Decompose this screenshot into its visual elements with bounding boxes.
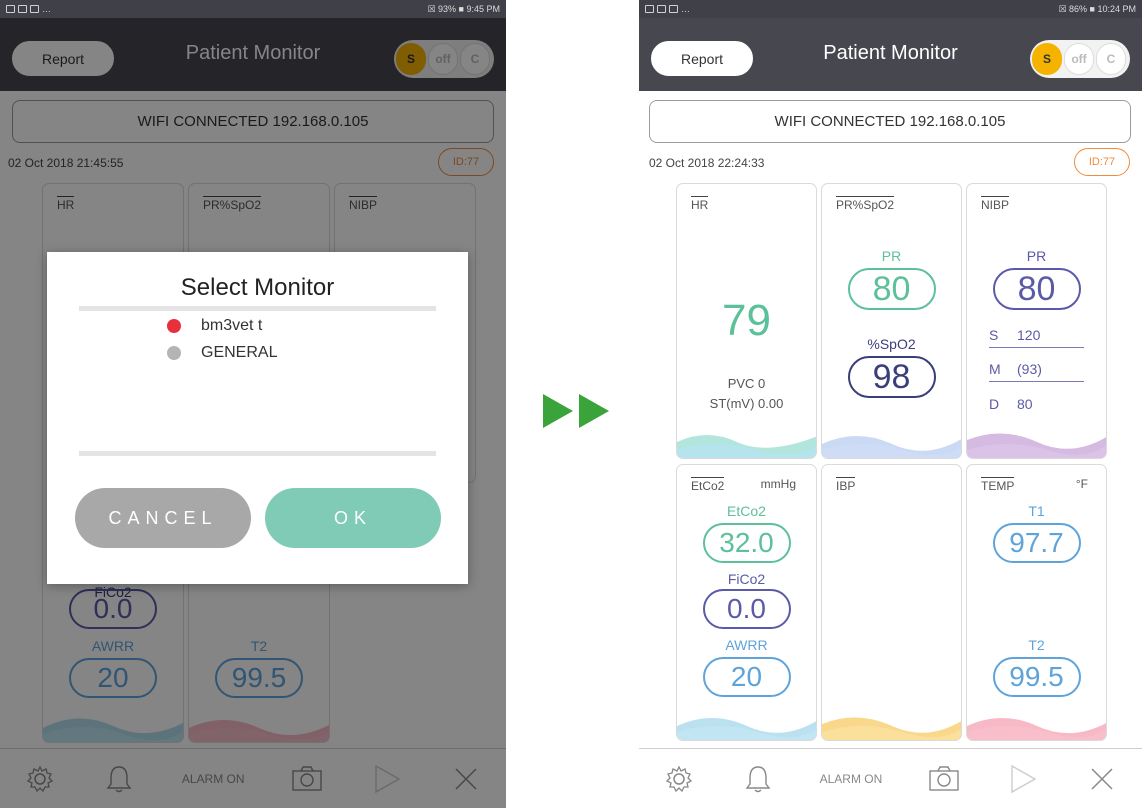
- mean-value: (93): [1017, 360, 1042, 377]
- pvc-value: PVC 0: [727, 376, 766, 391]
- radio-selected-icon: [167, 319, 181, 333]
- dialog-divider-bottom: [79, 451, 436, 456]
- systolic-label: S: [989, 326, 999, 343]
- etco2-card[interactable]: EtCo2 mmHg EtCo2 32.0 FiCo2 0.0 AWRR 20: [676, 464, 817, 741]
- monitor-option-bm3vet[interactable]: bm3vet t: [167, 317, 262, 335]
- awrr-value: 20: [702, 657, 791, 697]
- temp-unit: °F: [1075, 477, 1088, 491]
- select-monitor-dialog: Select Monitor bm3vet t GENERAL CANCEL O…: [47, 252, 468, 584]
- nibp-card[interactable]: NIBP PR 80 S 120 M (93) D 80: [966, 183, 1107, 459]
- forward-arrows-icon: [541, 392, 613, 430]
- temp-card[interactable]: TEMP °F T1 97.7 T2 99.5: [966, 464, 1107, 741]
- status-bar: … ☒ 86% ■ 10:24 PM: [639, 0, 1142, 18]
- dialog-title: Select Monitor: [180, 274, 335, 301]
- diastolic-value: 80: [1017, 396, 1033, 412]
- etco2-label: EtCo2: [727, 503, 766, 519]
- report-button[interactable]: Report: [651, 41, 753, 76]
- spo2-wave: [822, 436, 961, 458]
- nibp-pr-value: 80: [992, 268, 1081, 310]
- notification-icons: …: [6, 4, 51, 14]
- fico2-value: 0.0: [702, 589, 791, 629]
- hr-title: HR: [691, 196, 709, 212]
- nibp-pr-label: PR: [1026, 248, 1047, 264]
- left-screen: … ☒ 93% ■ 9:45 PM Report Patient Monitor…: [0, 0, 506, 808]
- mode-off-button[interactable]: off: [1064, 43, 1094, 75]
- alarm-status[interactable]: ALARM ON: [820, 772, 883, 786]
- etco2-value: 32.0: [702, 523, 791, 563]
- option-label: GENERAL: [201, 344, 278, 361]
- fico2-label: FiCo2: [727, 571, 766, 587]
- settings-gear-icon[interactable]: [662, 762, 696, 796]
- camera-icon[interactable]: [927, 762, 961, 796]
- wifi-status: WIFI CONNECTED 192.168.0.105: [649, 100, 1131, 143]
- pr-label: PR: [881, 248, 902, 264]
- awrr-label: AWRR: [725, 637, 768, 653]
- bottom-toolbar: ALARM ON: [639, 748, 1142, 808]
- hr-card[interactable]: HR 79 PVC 0 ST(mV) 0.00: [676, 183, 817, 459]
- mode-toggle: S off C: [1030, 40, 1130, 78]
- systolic-row: S 120: [989, 322, 1084, 348]
- nibp-wave: [967, 433, 1106, 458]
- status-right: ☒ 86% ■ 10:24 PM: [1058, 3, 1136, 14]
- dialog-divider-top: [79, 306, 436, 311]
- spo2-value: 98: [847, 356, 936, 398]
- systolic-value: 120: [1017, 326, 1041, 343]
- temp-title: TEMP: [981, 477, 1015, 493]
- ibp-title: IBP: [836, 477, 856, 493]
- st-value: ST(mV) 0.00: [709, 396, 784, 411]
- etco2-unit: mmHg: [760, 477, 796, 491]
- mode-s-button[interactable]: S: [1032, 43, 1062, 75]
- app-bar: Report Patient Monitor S off C: [639, 18, 1142, 91]
- bell-icon[interactable]: [741, 762, 775, 796]
- notification-icons: …: [645, 4, 690, 14]
- temp-wave: [967, 718, 1106, 740]
- ok-button[interactable]: OK: [265, 488, 441, 548]
- status-bar: … ☒ 93% ■ 9:45 PM: [0, 0, 506, 18]
- datetime: 02 Oct 2018 22:24:33: [649, 156, 765, 170]
- pr-spo2-card[interactable]: PR%SpO2 PR 80 %SpO2 98: [821, 183, 962, 459]
- t2-value: 99.5: [992, 657, 1081, 697]
- nibp-title: NIBP: [981, 196, 1010, 212]
- monitor-option-general[interactable]: GENERAL: [167, 344, 277, 362]
- hr-wave: [677, 435, 816, 458]
- ibp-card[interactable]: IBP: [821, 464, 962, 741]
- spo2-label: %SpO2: [867, 336, 916, 352]
- t2-label: T2: [1028, 637, 1045, 653]
- option-label: bm3vet t: [201, 317, 263, 334]
- t1-value: 97.7: [992, 523, 1081, 563]
- mean-row: M (93): [989, 356, 1084, 382]
- id-badge[interactable]: ID:77: [1074, 148, 1130, 176]
- etco2-wave: [677, 718, 816, 740]
- pr-spo2-title: PR%SpO2: [836, 196, 895, 212]
- play-icon[interactable]: [1006, 762, 1040, 796]
- etco2-title: EtCo2: [691, 477, 725, 493]
- cancel-button[interactable]: CANCEL: [75, 488, 251, 548]
- pr-value: 80: [847, 268, 936, 310]
- t1-label: T1: [1028, 503, 1045, 519]
- diastolic-row: D 80: [989, 391, 1084, 417]
- hr-value: 79: [722, 296, 771, 345]
- close-icon[interactable]: [1085, 762, 1119, 796]
- right-screen: … ☒ 86% ■ 10:24 PM Report Patient Monito…: [639, 0, 1142, 808]
- mode-c-button[interactable]: C: [1096, 43, 1126, 75]
- mean-label: M: [989, 360, 1001, 377]
- radio-unselected-icon: [167, 346, 181, 360]
- diastolic-label: D: [989, 396, 1000, 412]
- status-right: ☒ 93% ■ 9:45 PM: [427, 3, 500, 14]
- ibp-wave: [822, 717, 961, 740]
